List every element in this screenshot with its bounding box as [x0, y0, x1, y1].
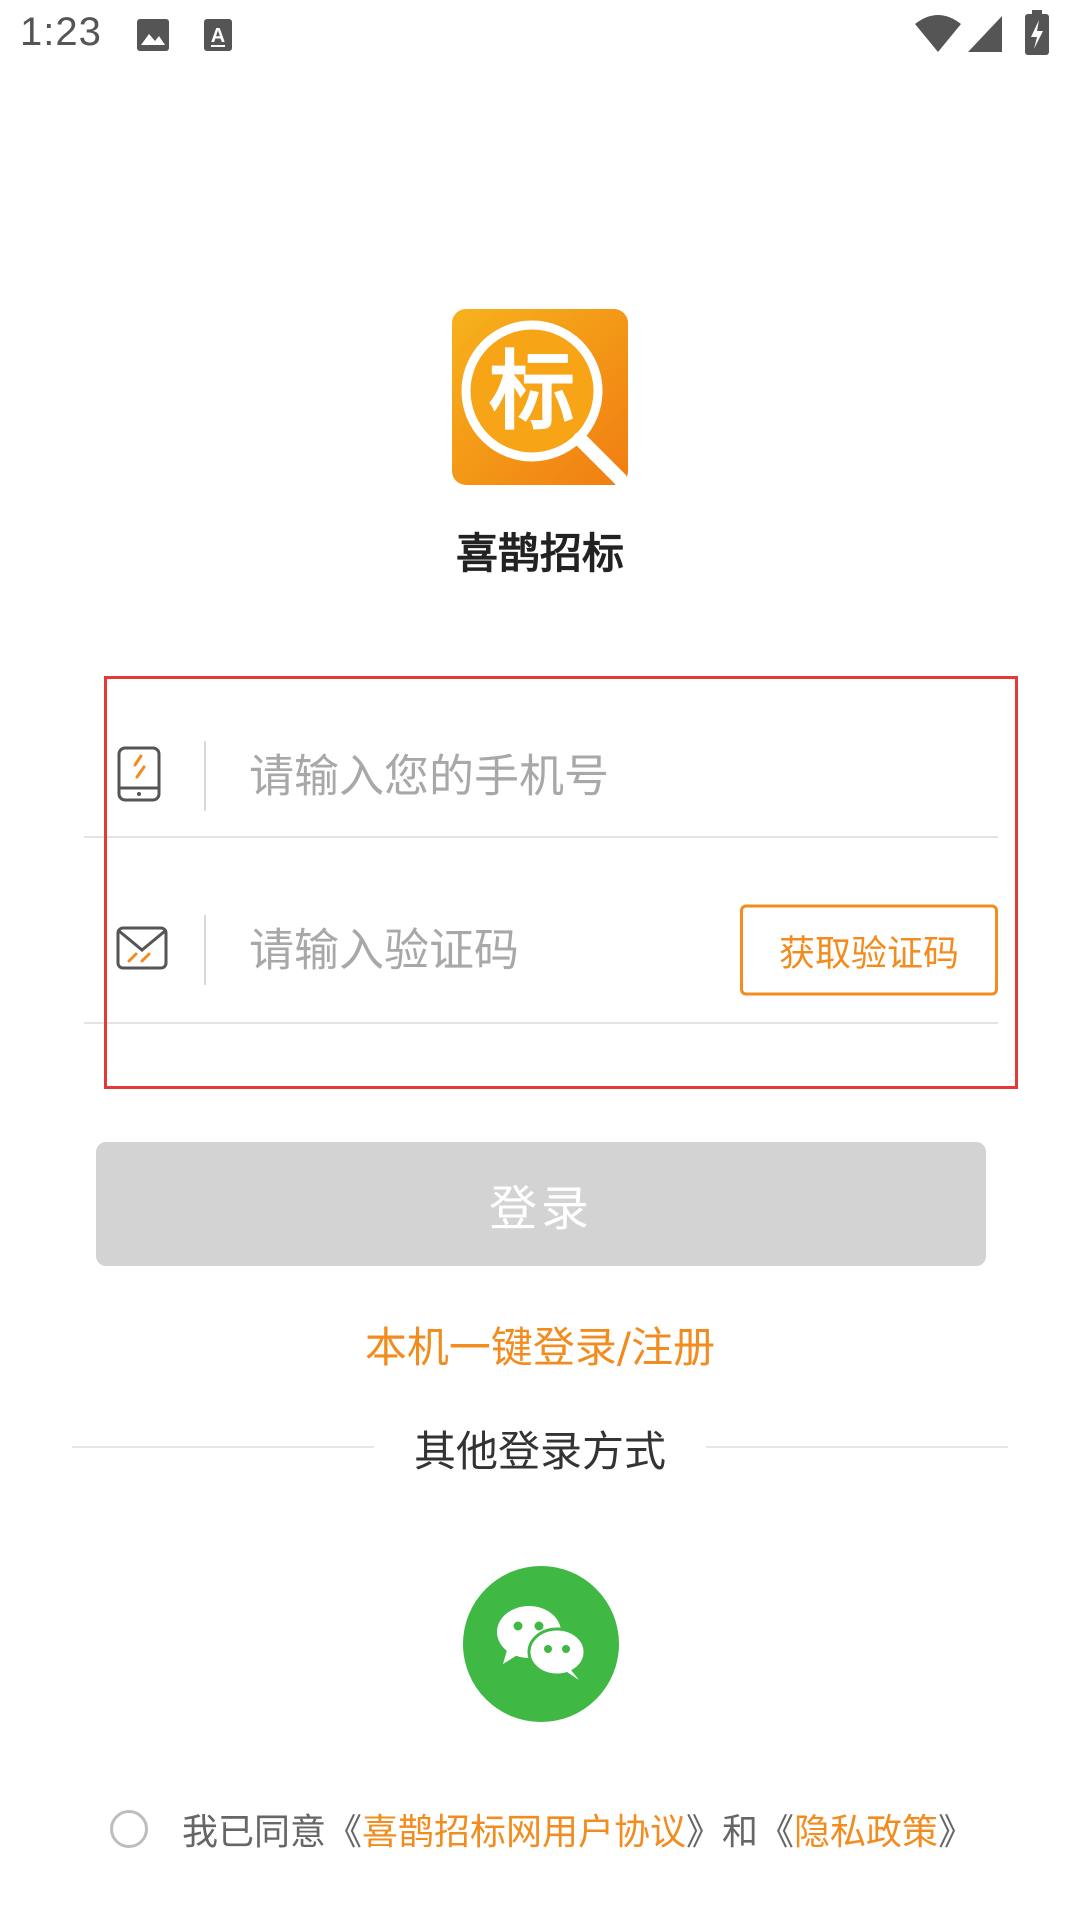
user-agreement-link[interactable]: 喜鹊招标网用户协议 — [362, 1803, 686, 1855]
agreement-row: 我已同意《 喜鹊招标网用户协议 》和《 隐私政策 》 — [110, 1805, 974, 1853]
wechat-login-button[interactable] — [463, 1566, 619, 1722]
mail-icon — [116, 925, 168, 975]
agreement-suffix: 》 — [938, 1812, 975, 1853]
privacy-policy-link[interactable]: 隐私政策 — [794, 1803, 938, 1855]
status-time: 1:23 — [20, 10, 102, 54]
phone-icon — [116, 745, 162, 807]
phone-separator — [204, 741, 206, 811]
agreement-checkbox[interactable] — [110, 1810, 148, 1848]
svg-text:A: A — [211, 25, 225, 47]
code-input[interactable] — [249, 923, 669, 977]
phone-row — [84, 716, 998, 836]
login-button[interactable]: 登录 — [96, 1142, 986, 1266]
code-divider — [84, 1022, 998, 1024]
app-logo-char: 标 — [489, 342, 575, 442]
agreement-prefix: 我已同意《 — [182, 1812, 363, 1853]
phone-divider — [84, 836, 998, 838]
other-login-label: 其他登录方式 — [413, 1427, 666, 1476]
wifi-icon — [914, 14, 962, 58]
battery-charging-icon — [1024, 10, 1050, 60]
code-row: 获取验证码 — [84, 890, 998, 1010]
code-separator — [204, 915, 206, 985]
a-notification-icon: A — [203, 18, 233, 56]
image-icon — [136, 18, 170, 56]
other-login-line-right — [706, 1446, 1008, 1448]
phone-input[interactable] — [249, 749, 749, 803]
cellular-signal-icon — [966, 14, 1004, 58]
get-code-button[interactable]: 获取验证码 — [740, 904, 998, 996]
app-name: 喜鹊招标 — [455, 529, 624, 578]
app-logo: 标 — [452, 309, 628, 486]
one-key-login-link[interactable]: 本机一键登录/注册 — [0, 1314, 1080, 1375]
wechat-icon — [491, 1600, 591, 1688]
status-bar: 1:23 A — [0, 0, 1080, 72]
agreement-middle: 》和《 — [686, 1812, 795, 1853]
